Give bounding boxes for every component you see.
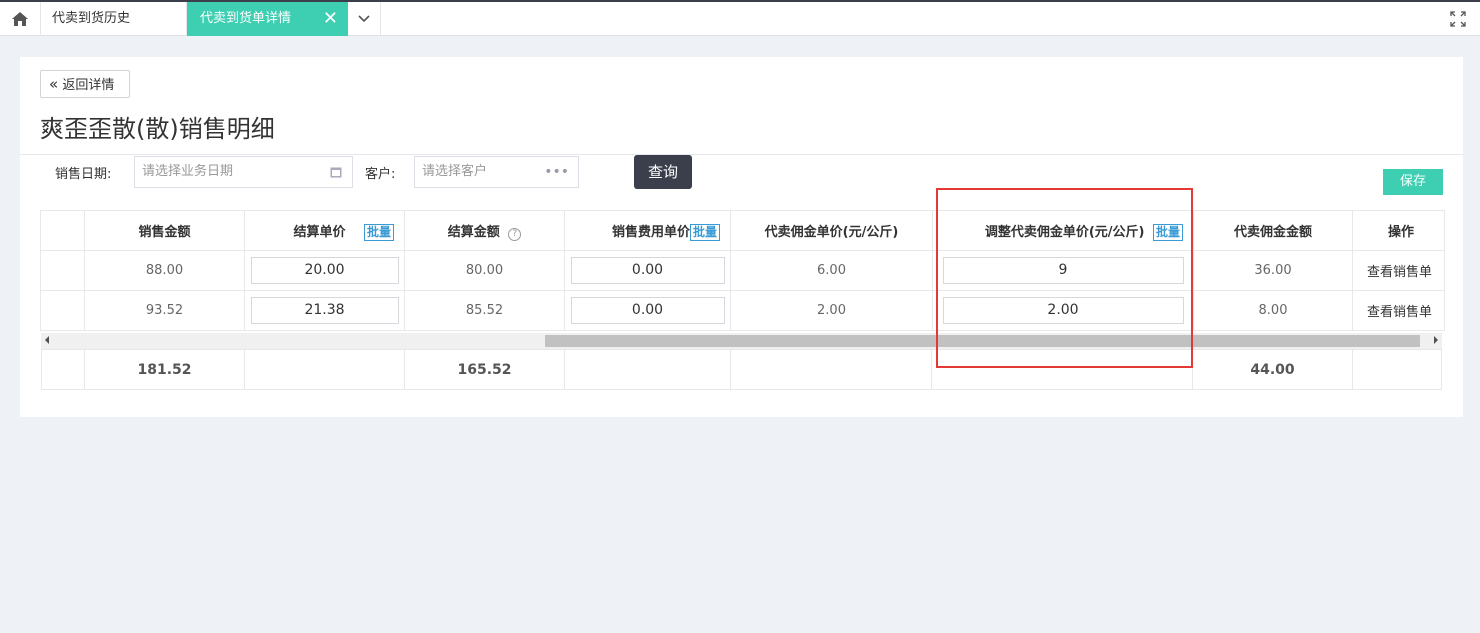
batch-button[interactable]: 批量 (363, 223, 394, 241)
cell-commission-amount: 36.00 (1193, 250, 1353, 291)
cell-settle-amount: 85.52 (404, 290, 565, 331)
close-icon[interactable]: ✕ (323, 2, 338, 36)
cell-commission-price: 2.00 (730, 290, 933, 331)
fee-price-input[interactable]: 0.00 (570, 257, 725, 284)
table-row: 93.52 21.38 85.52 0.00 2.00 2.00 8.00 查看… (40, 290, 1445, 331)
header-settle-price: 结算单价 批量 (244, 210, 405, 251)
adjust-price-input[interactable]: 2.00 (942, 297, 1184, 324)
date-field[interactable]: 请选择业务日期 (134, 156, 353, 188)
horizontal-scrollbar[interactable] (41, 333, 1442, 349)
view-sales-order-link[interactable]: 查看销售单 (1367, 305, 1432, 320)
header-settle-amount: 结算金额 ? (404, 210, 565, 251)
row-index (40, 290, 85, 331)
content-card: « 返回详情 爽歪歪散(散)销售明细 销售日期: 请选择业务日期 客户: 请选择… (20, 57, 1463, 417)
cell-commission-price: 6.00 (730, 250, 933, 291)
tab-bar: 代卖到货历史 代卖到货单详情 ✕ (0, 0, 1480, 36)
total-sales-amount: 181.52 (84, 349, 245, 390)
index-header (40, 210, 85, 251)
totals-row: 181.52 165.52 44.00 (41, 349, 1442, 390)
chevron-down-icon[interactable] (348, 2, 381, 36)
customer-label: 客户: (365, 167, 396, 182)
cell-sales-amount: 93.52 (84, 290, 245, 331)
date-placeholder: 请选择业务日期 (142, 164, 234, 179)
batch-button[interactable]: 批量 (1152, 223, 1183, 241)
customer-placeholder: 请选择客户 (422, 164, 488, 179)
header-adjust-price: 调整代卖佣金单价(元/公斤) 批量 (932, 210, 1194, 251)
back-label: 返回详情 (62, 78, 115, 93)
home-icon[interactable] (0, 2, 41, 36)
header-fee-price: 销售费用单价 批量 (564, 210, 731, 251)
date-label: 销售日期: (55, 167, 112, 182)
row-index (40, 250, 85, 291)
totals-table: 181.52 165.52 44.00 (41, 349, 1442, 390)
header-action: 操作 (1352, 210, 1445, 251)
header-sales-amount: 销售金额 (84, 210, 245, 251)
header-commission-amount: 代卖佣金金额 (1193, 210, 1353, 251)
tab-label: 代卖到货历史 (52, 11, 131, 26)
settle-price-input[interactable]: 21.38 (250, 297, 399, 324)
detail-table: 销售金额 结算单价 批量 结算金额 ? 销售费用单价 批量 代卖佣金单价(元/公斤… (40, 210, 1445, 331)
scrollbar-thumb[interactable] (545, 335, 1420, 347)
total-commission-amount: 44.00 (1192, 349, 1353, 390)
table-header-row: 销售金额 结算单价 批量 结算金额 ? 销售费用单价 批量 代卖佣金单价(元/公斤… (40, 210, 1445, 251)
scroll-right-arrow-icon[interactable] (1434, 336, 1438, 344)
adjust-price-input[interactable]: 9 (942, 257, 1184, 284)
scroll-left-arrow-icon[interactable] (45, 336, 49, 344)
tab-arrival-history[interactable]: 代卖到货历史 (40, 2, 187, 36)
tab-label: 代卖到货单详情 (200, 11, 292, 26)
settle-price-input[interactable]: 20.00 (250, 257, 399, 284)
save-button[interactable]: 保存 (1383, 169, 1443, 195)
cell-commission-amount: 8.00 (1193, 290, 1353, 331)
calendar-icon (330, 167, 342, 178)
header-commission-price: 代卖佣金单价(元/公斤) (730, 210, 933, 251)
query-button[interactable]: 查询 (634, 155, 692, 189)
divider (20, 154, 1463, 155)
table-row: 88.00 20.00 80.00 0.00 6.00 9 36.00 查看销售… (40, 250, 1445, 291)
help-icon: ? (508, 227, 522, 241)
cell-sales-amount: 88.00 (84, 250, 245, 291)
total-settle-amount: 165.52 (404, 349, 565, 390)
cell-settle-amount: 80.00 (404, 250, 565, 291)
fullscreen-icon[interactable] (1450, 11, 1466, 27)
double-chevron-left-icon: « (49, 75, 59, 93)
fee-price-input[interactable]: 0.00 (570, 297, 725, 324)
batch-button[interactable]: 批量 (689, 223, 720, 241)
customer-field[interactable]: 请选择客户 ••• (414, 156, 579, 188)
page-title: 爽歪歪散(散)销售明细 (40, 115, 275, 143)
more-icon: ••• (544, 164, 569, 180)
back-button[interactable]: « 返回详情 (40, 70, 130, 98)
view-sales-order-link[interactable]: 查看销售单 (1367, 265, 1432, 280)
tab-arrival-detail[interactable]: 代卖到货单详情 ✕ (187, 2, 348, 36)
